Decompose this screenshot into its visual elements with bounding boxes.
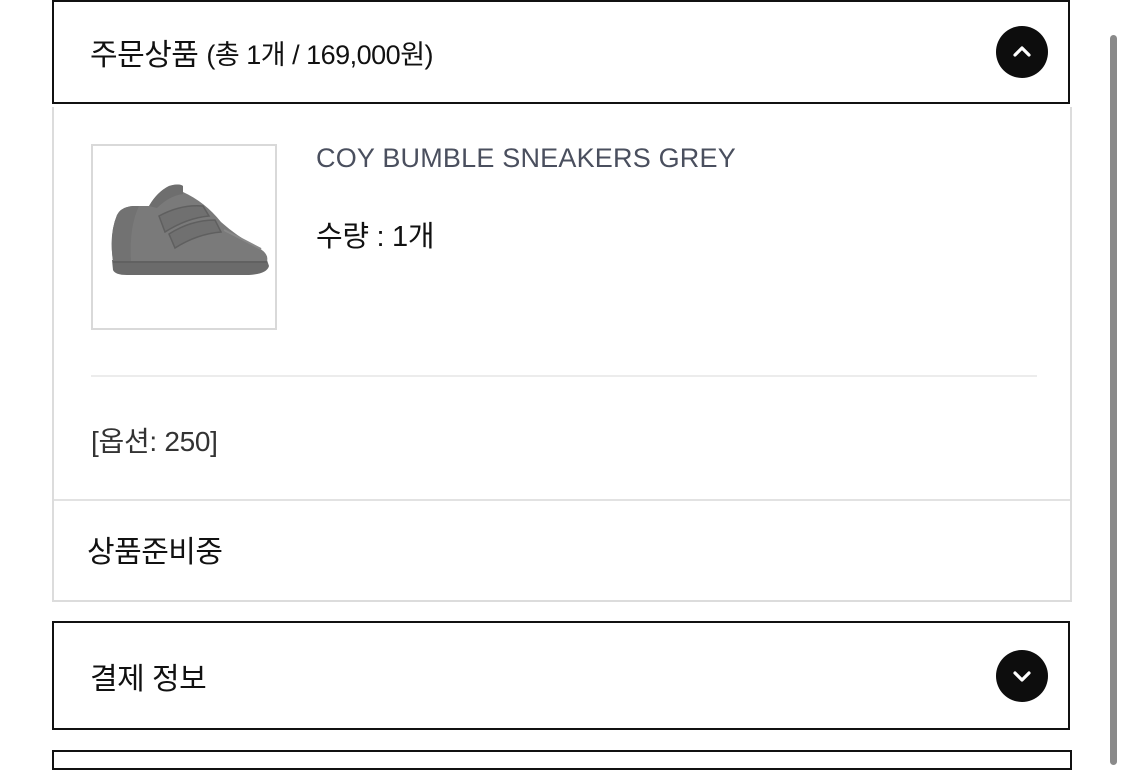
- collapse-order-items-button[interactable]: [996, 26, 1048, 78]
- order-items-summary: (총 1개 / 169,000원): [206, 39, 434, 70]
- order-status: 상품준비중: [87, 536, 223, 569]
- next-section-header[interactable]: [52, 750, 1072, 770]
- product-thumbnail[interactable]: [91, 144, 277, 330]
- chevron-down-icon: [1013, 670, 1031, 682]
- order-items-body: COY BUMBLE SNEAKERS GREY 수량 : 1개 [옵션: 25…: [52, 107, 1072, 602]
- order-items-header[interactable]: 주문상품 (총 1개 / 169,000원): [52, 0, 1070, 104]
- expand-payment-info-button[interactable]: [996, 649, 1048, 702]
- order-items-title: 주문상품: [90, 39, 199, 72]
- status-divider: [54, 499, 1070, 501]
- payment-info-title: 결제 정보: [90, 662, 207, 696]
- chevron-up-icon: [1013, 46, 1031, 57]
- product-name[interactable]: COY BUMBLE SNEAKERS GREY: [316, 143, 736, 174]
- item-divider: [91, 375, 1037, 377]
- vertical-scrollbar[interactable]: [1110, 35, 1117, 765]
- product-option: [옵션: 250]: [91, 426, 218, 457]
- grey-sneaker-image: [111, 184, 269, 275]
- payment-info-header[interactable]: 결제 정보: [52, 621, 1070, 730]
- product-quantity: 수량 : 1개: [316, 221, 435, 253]
